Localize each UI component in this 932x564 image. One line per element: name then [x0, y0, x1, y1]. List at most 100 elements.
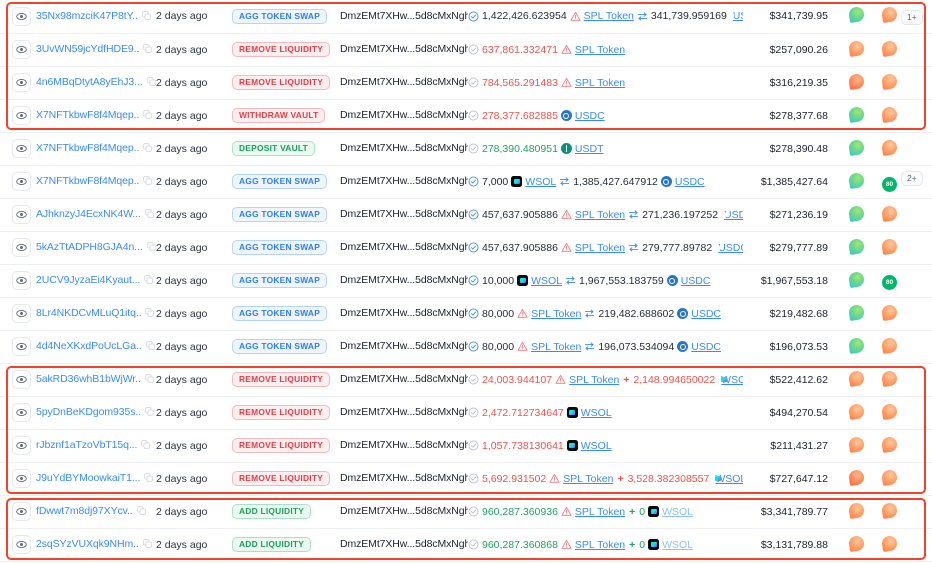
copy-icon[interactable] [143, 44, 152, 56]
signature-cell[interactable]: 2UCV9JyzaEi4Kyaut... [36, 264, 156, 297]
view-cell[interactable] [0, 528, 36, 561]
by-address[interactable]: DmzEMt7XHw...5d8cMxNghs [340, 175, 468, 187]
table-row[interactable]: 4n6MBqDtytA8yEhJ3...2 days agoREMOVE LIQ… [0, 66, 932, 99]
by-cell[interactable]: DmzEMt7XHw...5d8cMxNghs [340, 66, 468, 99]
by-cell[interactable]: DmzEMt7XHw...5d8cMxNghs [340, 198, 468, 231]
transaction-signature-link[interactable]: 2sqSYzVUXqk9NHm.. [36, 538, 139, 550]
token-link[interactable]: USDC [733, 10, 743, 22]
token-link[interactable]: USDC [718, 242, 743, 254]
transaction-signature-link[interactable]: 4d4NeXKxdPoUcLGa.. [36, 340, 142, 352]
view-cell[interactable] [0, 132, 36, 165]
by-cell[interactable]: DmzEMt7XHw...5d8cMxNghs [340, 297, 468, 330]
source-cell[interactable] [874, 33, 932, 66]
by-address[interactable]: DmzEMt7XHw...5d8cMxNghs [340, 340, 468, 352]
by-cell[interactable]: DmzEMt7XHw...5d8cMxNghs [340, 330, 468, 363]
table-row[interactable]: 35Nx98mzciK47P8tY..2 days agoAGG TOKEN S… [0, 0, 932, 33]
source-orange-icon[interactable] [881, 469, 898, 486]
view-transaction-button[interactable] [12, 238, 31, 257]
token-link[interactable]: USDC [575, 110, 605, 122]
view-cell[interactable] [0, 462, 36, 495]
view-cell[interactable] [0, 165, 36, 198]
signature-cell[interactable]: AJhknzyJ4EcxNK4W... [36, 198, 156, 231]
by-address[interactable]: DmzEMt7XHw...5d8cMxNghs [340, 538, 468, 550]
signature-cell[interactable]: X7NFTkbwF8f4Mqep.. [36, 99, 156, 132]
platform-cell[interactable] [838, 396, 874, 429]
by-cell[interactable]: DmzEMt7XHw...5d8cMxNghs [340, 495, 468, 528]
by-address[interactable]: DmzEMt7XHw...5d8cMxNghs [340, 373, 468, 385]
instruction-badge[interactable]: AGG TOKEN SWAP [232, 9, 327, 24]
view-transaction-button[interactable] [12, 403, 31, 422]
source-green-circle-icon[interactable]: 80 [882, 177, 897, 192]
transaction-signature-link[interactable]: 4n6MBqDtytA8yEhJ3... [36, 76, 143, 88]
by-address[interactable]: DmzEMt7XHw...5d8cMxNghs [340, 208, 468, 220]
transaction-signature-link[interactable]: rJbznf1aTzoVbT15q... [36, 439, 137, 451]
view-cell[interactable] [0, 429, 36, 462]
transaction-signature-link[interactable]: X7NFTkbwF8f4Mqep.. [36, 142, 139, 154]
platform-cell[interactable] [838, 429, 874, 462]
signature-cell[interactable]: 4n6MBqDtytA8yEhJ3... [36, 66, 156, 99]
instruction-cell[interactable]: AGG TOKEN SWAP [232, 330, 340, 363]
by-address[interactable]: DmzEMt7XHw...5d8cMxNghs [340, 241, 468, 253]
source-count-badge[interactable]: 1+ [901, 10, 923, 25]
table-row[interactable]: X7NFTkbwF8f4Mqep..2 days agoWITHDRAW VAU… [0, 99, 932, 132]
transaction-signature-link[interactable]: 2UCV9JyzaEi4Kyaut... [36, 274, 140, 286]
platform-green-icon[interactable] [848, 337, 865, 354]
instruction-cell[interactable]: ADD LIQUIDITY [232, 495, 340, 528]
instruction-badge[interactable]: REMOVE LIQUIDITY [232, 405, 330, 420]
transaction-signature-link[interactable]: 5akRD36whB1bWjWr.. [36, 373, 141, 385]
copy-icon[interactable] [147, 242, 156, 254]
source-cell[interactable] [874, 132, 932, 165]
table-row[interactable]: AJhknzyJ4EcxNK4W...2 days agoAGG TOKEN S… [0, 198, 932, 231]
by-cell[interactable]: DmzEMt7XHw...5d8cMxNghs [340, 132, 468, 165]
instruction-badge[interactable]: AGG TOKEN SWAP [232, 306, 327, 321]
copy-icon[interactable] [145, 209, 154, 221]
token-link[interactable]: WSOL [662, 506, 693, 518]
by-cell[interactable]: DmzEMt7XHw...5d8cMxNghs [340, 528, 468, 561]
source-cell[interactable] [874, 297, 932, 330]
by-cell[interactable]: DmzEMt7XHw...5d8cMxNghs [340, 165, 468, 198]
table-row[interactable]: fDwwt7m8dj97XYcv..2 days agoADD LIQUIDIT… [0, 495, 932, 528]
view-transaction-button[interactable] [12, 337, 31, 356]
token-link[interactable]: USDC [681, 275, 711, 287]
instruction-badge[interactable]: WITHDRAW VAULT [232, 108, 325, 123]
view-cell[interactable] [0, 99, 36, 132]
source-orange-icon[interactable] [881, 238, 898, 255]
copy-icon[interactable] [143, 143, 152, 155]
source-orange-icon[interactable] [881, 403, 898, 420]
transaction-signature-link[interactable]: J9uYdBYMoowkaiT1... [36, 472, 140, 484]
instruction-badge[interactable]: REMOVE LIQUIDITY [232, 372, 330, 387]
copy-icon[interactable] [144, 275, 153, 287]
table-row[interactable]: 8Lr4NKDCvMLuQ1itq..2 days agoAGG TOKEN S… [0, 297, 932, 330]
source-green-circle-icon[interactable]: 80 [882, 275, 897, 290]
copy-icon[interactable] [147, 77, 156, 89]
transaction-signature-link[interactable]: 5kAzTtADPH8GJA4n... [36, 241, 143, 253]
instruction-cell[interactable]: AGG TOKEN SWAP [232, 297, 340, 330]
view-transaction-button[interactable] [12, 370, 31, 389]
token-link[interactable]: SPL Token [575, 209, 625, 221]
view-cell[interactable] [0, 231, 36, 264]
source-cell[interactable] [874, 396, 932, 429]
transaction-signature-link[interactable]: fDwwt7m8dj97XYcv.. [36, 505, 133, 517]
source-orange-icon[interactable] [881, 139, 898, 156]
signature-cell[interactable]: 4d4NeXKxdPoUcLGa.. [36, 330, 156, 363]
token-link[interactable]: WSOL [525, 176, 556, 188]
copy-icon[interactable] [146, 341, 155, 353]
source-orange-icon[interactable] [881, 40, 898, 57]
by-cell[interactable]: DmzEMt7XHw...5d8cMxNghs [340, 396, 468, 429]
view-cell[interactable] [0, 396, 36, 429]
source-orange-icon[interactable] [881, 436, 898, 453]
by-cell[interactable]: DmzEMt7XHw...5d8cMxNghs [340, 0, 468, 33]
source-cell[interactable] [874, 231, 932, 264]
view-transaction-button[interactable] [12, 304, 31, 323]
source-cell[interactable] [874, 363, 932, 396]
token-link[interactable]: USDC [691, 341, 721, 353]
view-transaction-button[interactable] [12, 271, 31, 290]
table-row[interactable]: 5akRD36whB1bWjWr..2 days agoREMOVE LIQUI… [0, 363, 932, 396]
copy-icon[interactable] [141, 440, 150, 452]
platform-green-icon[interactable] [848, 238, 865, 255]
by-address[interactable]: DmzEMt7XHw...5d8cMxNghs [340, 406, 468, 418]
platform-cell[interactable] [838, 363, 874, 396]
signature-cell[interactable]: 5kAzTtADPH8GJA4n... [36, 231, 156, 264]
by-address[interactable]: DmzEMt7XHw...5d8cMxNghs [340, 142, 468, 154]
signature-cell[interactable]: 3UvWN59jcYdfHDE9.. [36, 33, 156, 66]
